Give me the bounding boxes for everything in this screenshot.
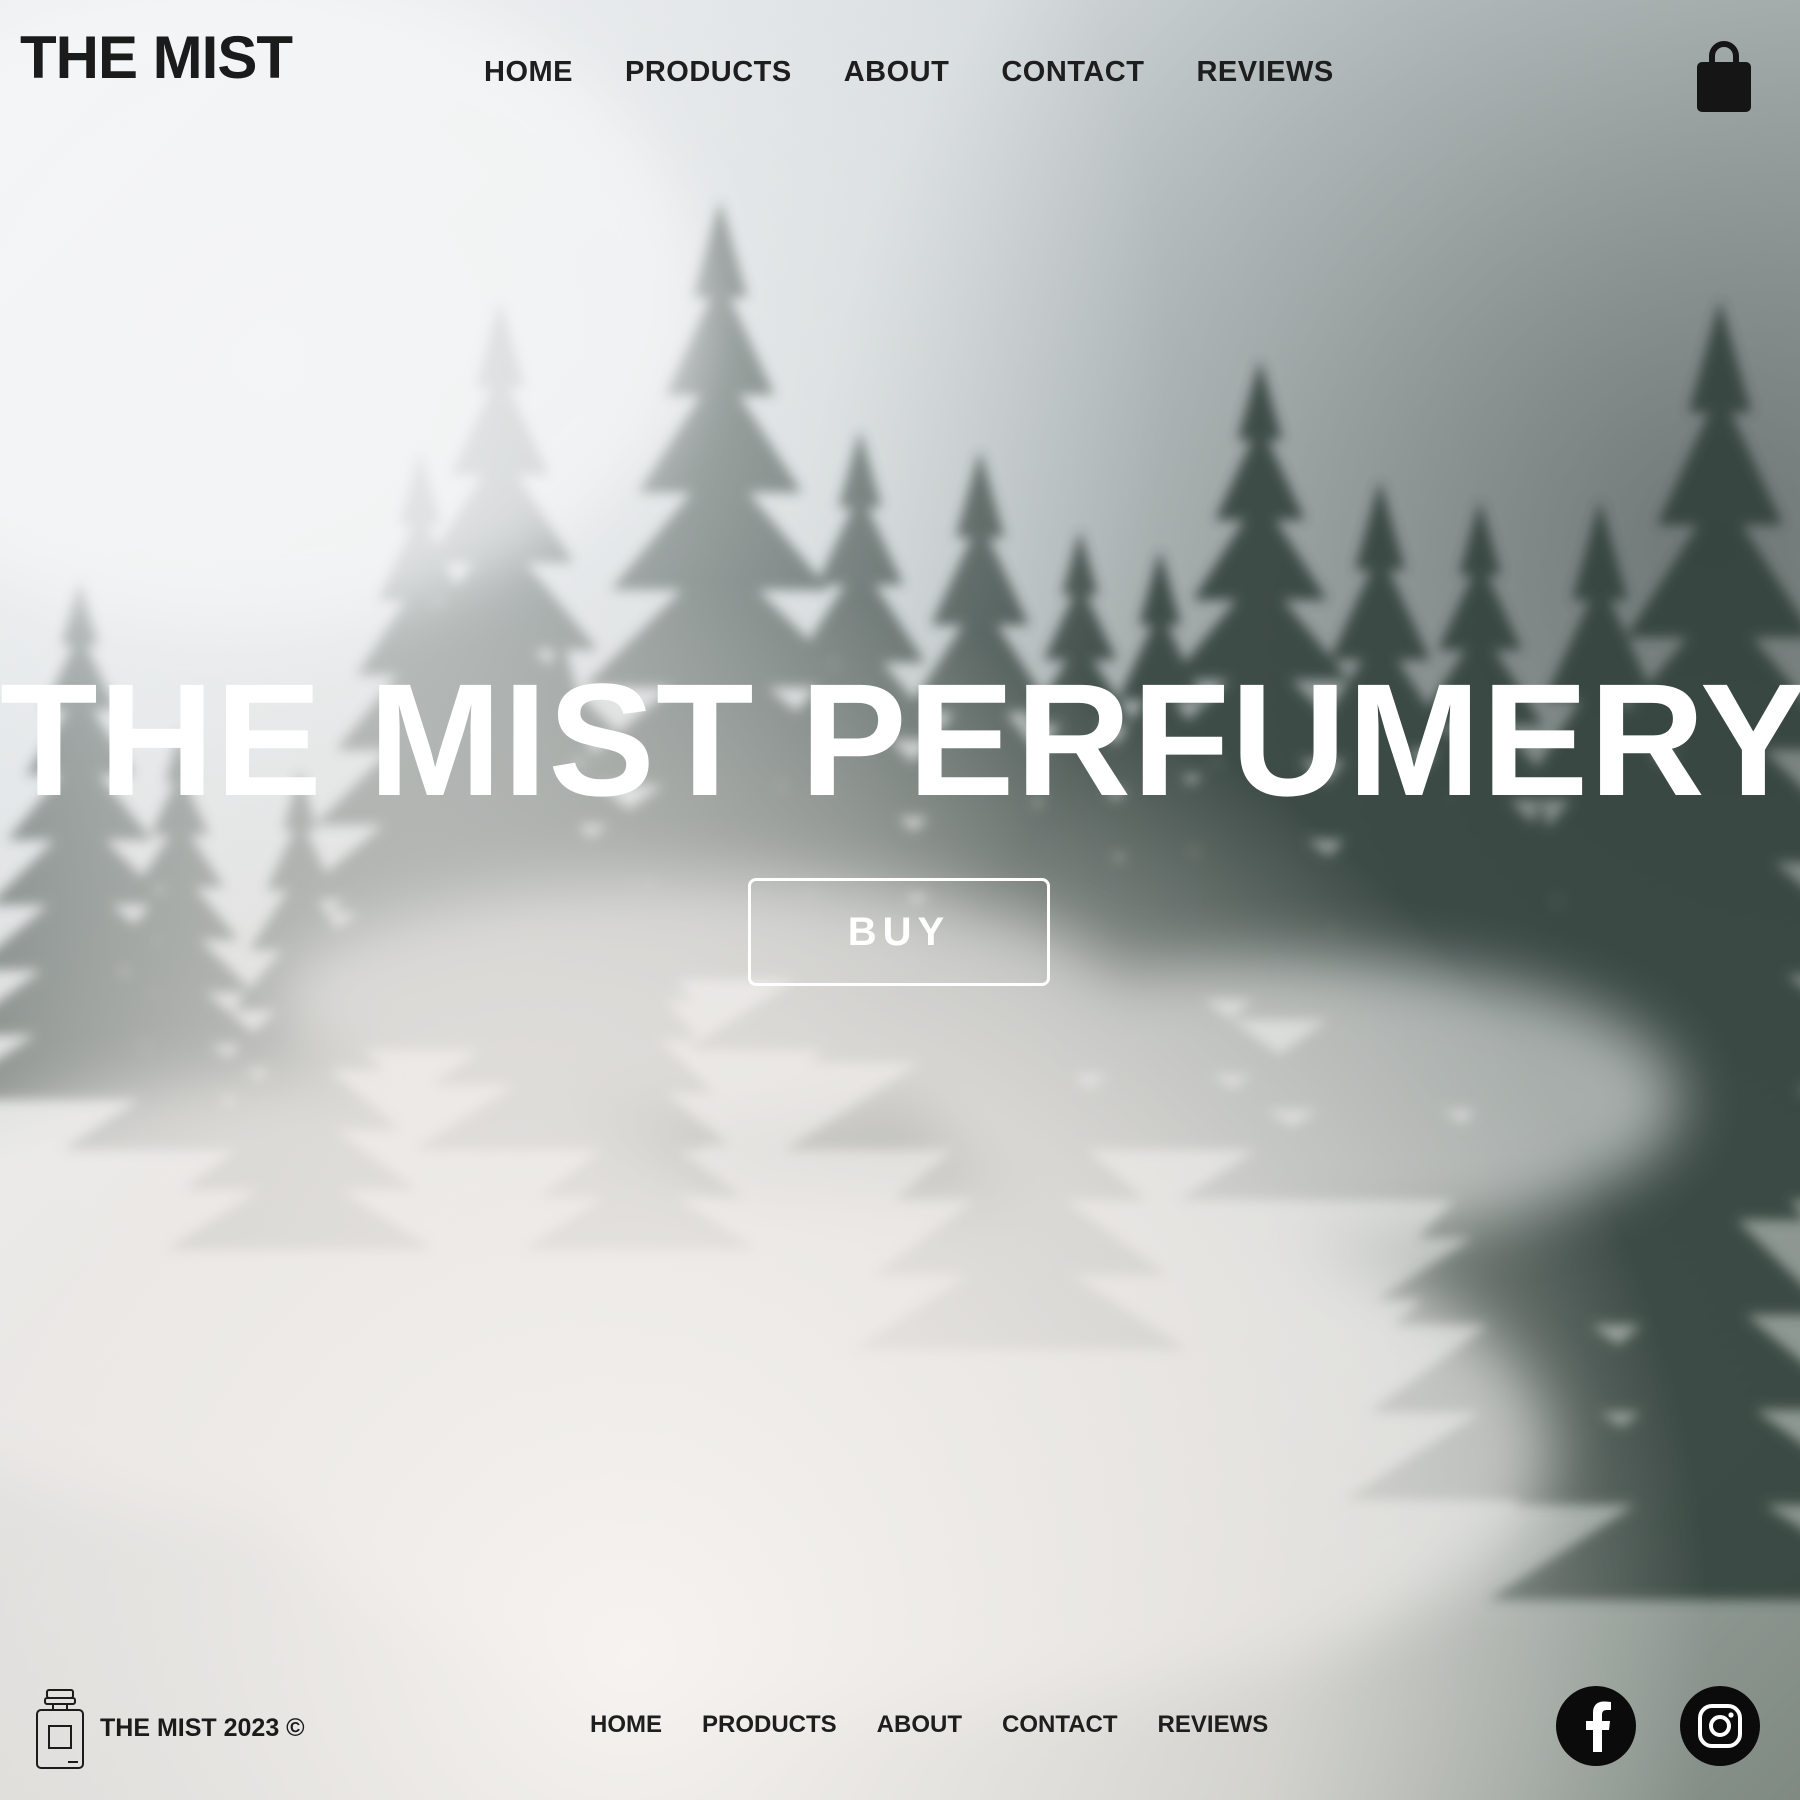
instagram-icon[interactable] (1680, 1686, 1760, 1766)
main-nav: HOME PRODUCTS ABOUT CONTACT REVIEWS (484, 58, 1334, 87)
facebook-icon[interactable] (1556, 1686, 1636, 1766)
footer-nav-contact[interactable]: CONTACT (1002, 1713, 1118, 1737)
buy-button[interactable]: BUY (748, 878, 1050, 986)
nav-home[interactable]: HOME (484, 58, 573, 87)
nav-about[interactable]: ABOUT (844, 58, 950, 87)
footer-nav-products[interactable]: PRODUCTS (702, 1713, 837, 1737)
footer-nav-home[interactable]: HOME (590, 1713, 662, 1737)
shopping-bag-icon[interactable] (1692, 40, 1756, 116)
perfume-bottle-icon (34, 1688, 86, 1770)
nav-products[interactable]: PRODUCTS (625, 58, 792, 87)
nav-contact[interactable]: CONTACT (1001, 58, 1144, 87)
footer-nav: HOME PRODUCTS ABOUT CONTACT REVIEWS (590, 1713, 1268, 1737)
copyright-text: THE MIST 2023 © (100, 1714, 305, 1742)
nav-reviews[interactable]: REVIEWS (1196, 58, 1333, 87)
footer-nav-reviews[interactable]: REVIEWS (1158, 1713, 1269, 1737)
site-logo-text[interactable]: THE MIST (20, 28, 293, 88)
footer-nav-about[interactable]: ABOUT (877, 1713, 962, 1737)
hero-title: THE MIST PERFUMERY (0, 650, 1800, 829)
